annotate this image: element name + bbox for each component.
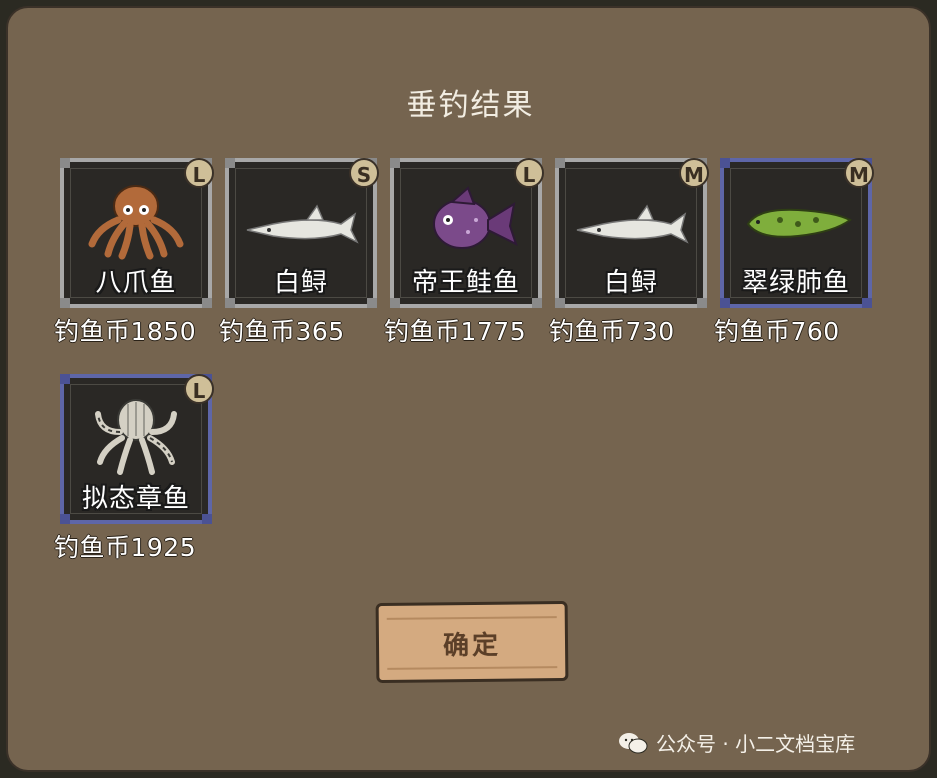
- catch-card[interactable]: 翠绿肺鱼 M: [720, 158, 874, 308]
- catch-name: 白鲟: [273, 268, 328, 298]
- catch-card[interactable]: 拟态章鱼 L: [60, 374, 214, 524]
- size-badge: S: [349, 158, 379, 188]
- catch-price: 钓鱼币760: [714, 317, 840, 346]
- catch-name: 拟态章鱼: [81, 484, 190, 514]
- catch-card[interactable]: 帝王鲑鱼 L: [390, 158, 544, 308]
- white-sturgeon-icon: [246, 204, 359, 244]
- king-salmon-icon: [433, 186, 518, 249]
- size-badge: L: [184, 374, 214, 404]
- catch-price: 钓鱼币1850: [54, 317, 197, 346]
- catch-name: 白鲟: [603, 268, 658, 298]
- catch-name: 帝王鲑鱼: [411, 268, 520, 298]
- catch-price: 钓鱼币1775: [384, 317, 527, 346]
- white-sturgeon-icon: [576, 204, 689, 244]
- wechat-icon: [619, 732, 648, 753]
- fishing-result-dialog: 垂钓结果 八爪鱼 L 钓鱼币1850 白鲟 S 钓鱼币365 帝王鲑鱼 L 钓鱼…: [6, 6, 931, 772]
- watermark: 公众号 · 小二文档宝库: [618, 728, 855, 757]
- octopus-icon: [88, 185, 184, 260]
- catch-card[interactable]: 八爪鱼 L: [60, 158, 214, 308]
- size-badge: L: [514, 158, 544, 188]
- catch-price: 钓鱼币365: [219, 317, 345, 346]
- catch-price: 钓鱼币1925: [54, 533, 197, 562]
- watermark-text: 公众号 · 小二文档宝库: [656, 732, 856, 756]
- catch-name: 八爪鱼: [95, 268, 177, 298]
- dialog-title: 垂钓结果: [406, 88, 535, 123]
- mimic-octopus-icon: [95, 399, 177, 475]
- confirm-button-label: 确定: [442, 630, 502, 662]
- confirm-button[interactable]: 确定: [375, 600, 569, 684]
- size-badge: M: [679, 158, 709, 188]
- catch-name: 翠绿肺鱼: [741, 268, 850, 298]
- size-badge: M: [844, 158, 874, 188]
- size-badge: L: [184, 158, 214, 188]
- catch-price: 钓鱼币730: [549, 317, 675, 346]
- catch-card[interactable]: 白鲟 M: [555, 158, 709, 308]
- catch-card[interactable]: 白鲟 S: [225, 158, 379, 308]
- green-lungfish-icon: [746, 208, 852, 238]
